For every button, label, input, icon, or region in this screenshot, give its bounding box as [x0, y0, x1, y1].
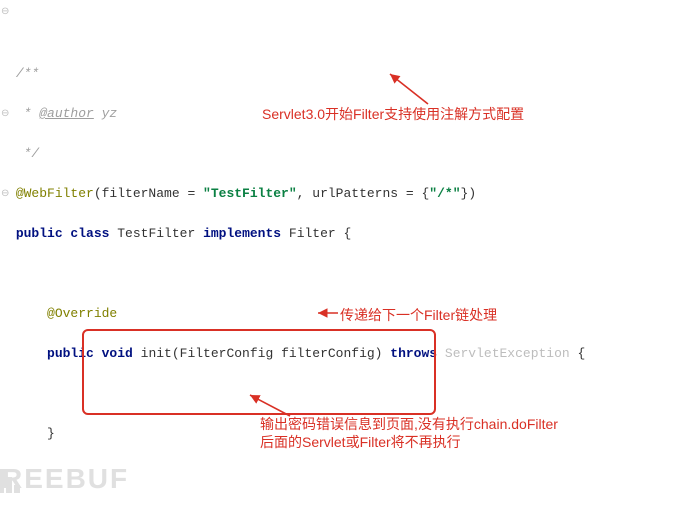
code-line: */: [8, 144, 690, 164]
blank-line: [8, 464, 690, 484]
fold-toggle-icon[interactable]: ⊖: [1, 2, 9, 22]
code-line: public void init(FilterConfig filterConf…: [8, 344, 690, 364]
fold-toggle-icon[interactable]: ⊖: [1, 184, 9, 204]
annotation-text-3: 输出密码错误信息到页面,没有执行chain.doFilter 后面的Servle…: [260, 415, 558, 451]
code-line: public class TestFilter implements Filte…: [8, 224, 690, 244]
code-line: @WebFilter(filterName = "TestFilter", ur…: [8, 184, 690, 204]
blank-line: [8, 384, 690, 404]
code-area: ⊖ ⊖ ⊖ /** * @author yz */ @WebFilter(fil…: [0, 0, 690, 505]
fold-gutter: ⊖ ⊖ ⊖: [0, 0, 12, 505]
blank-line: [8, 264, 690, 284]
fold-toggle-icon[interactable]: ⊖: [1, 104, 9, 124]
annotation-text-1: Servlet3.0开始Filter支持使用注解方式配置: [262, 104, 524, 124]
code-line: /**: [8, 64, 690, 84]
annotation-text-2: 传递给下一个Filter链处理: [340, 305, 497, 325]
